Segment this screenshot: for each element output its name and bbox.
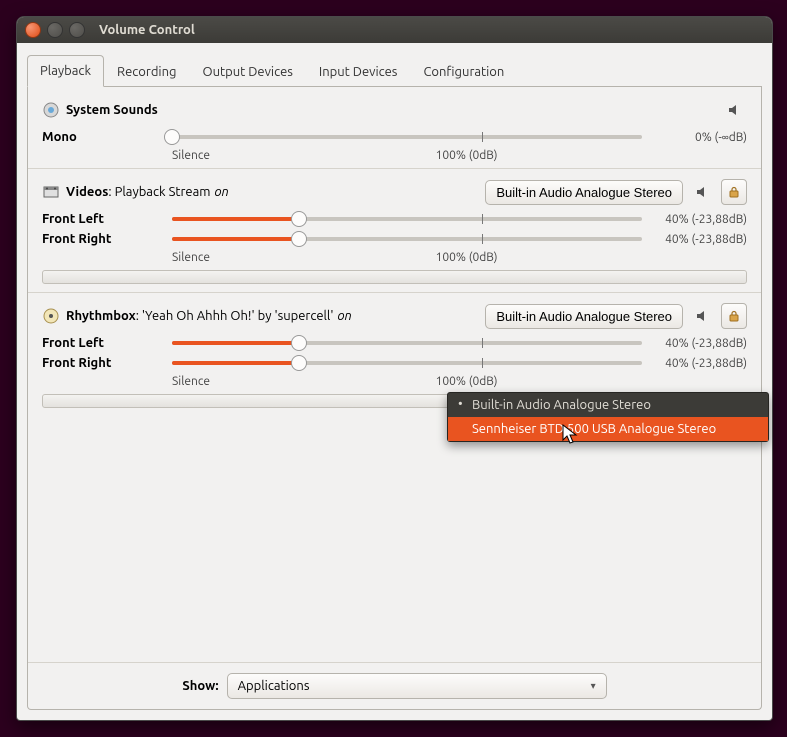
videos-app-icon [42, 183, 60, 201]
mute-button[interactable] [721, 97, 747, 123]
window-title: Volume Control [99, 23, 195, 37]
scale-silence: Silence [172, 375, 210, 388]
scale-100db: 100% (0dB) [436, 375, 498, 388]
bottom-bar: Show: Applications ▾ [28, 662, 761, 709]
tab-configuration[interactable]: Configuration [410, 56, 517, 87]
scale-100db: 100% (0dB) [436, 149, 498, 162]
show-label: Show: [182, 679, 218, 693]
tab-bar: Playback Recording Output Devices Input … [27, 53, 762, 87]
device-select-popup[interactable]: Built-in Audio Analogue Stereo Sennheise… [447, 392, 769, 442]
volume-slider-fr[interactable] [172, 355, 642, 371]
volume-slider-fr[interactable] [172, 231, 642, 247]
channel-front-left: Front Left 40% (-23,88dB) [42, 335, 747, 351]
tab-playback[interactable]: Playback [27, 55, 104, 87]
stream-title: : Playback Stream [108, 185, 210, 199]
content-area: Playback Recording Output Devices Input … [17, 43, 772, 720]
show-filter-combo[interactable]: Applications ▾ [227, 673, 607, 699]
channel-mono: Mono 0% (-∞dB) [42, 129, 747, 145]
channel-label: Front Right [42, 356, 162, 370]
device-select-rhythmbox[interactable]: Built-in Audio Analogue Stereo [485, 304, 683, 329]
on-label: on [215, 185, 229, 199]
window: Volume Control Playback Recording Output… [16, 16, 773, 721]
mute-button[interactable] [689, 179, 715, 205]
on-label: on [337, 309, 351, 323]
lock-channels-button[interactable] [721, 303, 747, 329]
rhythmbox-app-icon [42, 307, 60, 325]
lock-channels-button[interactable] [721, 179, 747, 205]
channel-front-right: Front Right 40% (-23,88dB) [42, 231, 747, 247]
mute-button[interactable] [689, 303, 715, 329]
stream-title: : 'Yeah Oh Ahhh Oh!' by 'supercell' [136, 309, 334, 323]
volume-slider-fl[interactable] [172, 335, 642, 351]
titlebar: Volume Control [17, 17, 772, 43]
window-maximize-button[interactable] [69, 22, 85, 38]
volume-readout: 40% (-23,88dB) [652, 357, 747, 370]
vu-meter [42, 270, 747, 284]
scale-row: Silence 100% (0dB) [172, 375, 642, 388]
show-filter-value: Applications [238, 679, 310, 693]
popup-option-builtin[interactable]: Built-in Audio Analogue Stereo [448, 393, 768, 417]
channel-front-right: Front Right 40% (-23,88dB) [42, 355, 747, 371]
volume-readout: 40% (-23,88dB) [652, 213, 747, 226]
system-sounds-icon [42, 101, 60, 119]
stream-name: Videos [66, 185, 108, 199]
scale-silence: Silence [172, 149, 210, 162]
scale-row: Silence 100% (0dB) [172, 149, 642, 162]
scale-silence: Silence [172, 251, 210, 264]
volume-readout: 40% (-23,88dB) [652, 233, 747, 246]
channel-label: Front Left [42, 336, 162, 350]
volume-readout: 40% (-23,88dB) [652, 337, 747, 350]
tab-input-devices[interactable]: Input Devices [306, 56, 411, 87]
stream-system-sounds: System Sounds Mono [28, 87, 761, 169]
volume-slider-mono[interactable] [172, 129, 642, 145]
stream-videos: Videos : Playback Stream on Built-in Aud… [28, 169, 761, 293]
tab-recording[interactable]: Recording [104, 56, 189, 87]
channel-label: Mono [42, 130, 162, 144]
channel-label: Front Left [42, 212, 162, 226]
scale-100db: 100% (0dB) [436, 251, 498, 264]
window-minimize-button[interactable] [47, 22, 63, 38]
scale-row: Silence 100% (0dB) [172, 251, 642, 264]
tab-output-devices[interactable]: Output Devices [189, 56, 305, 87]
device-select-videos[interactable]: Built-in Audio Analogue Stereo [485, 180, 683, 205]
stream-list: System Sounds Mono [28, 87, 761, 662]
popup-option-sennheiser[interactable]: Sennheiser BTD 500 USB Analogue Stereo [448, 417, 768, 441]
volume-readout: 0% (-∞dB) [652, 131, 747, 144]
volume-slider-fl[interactable] [172, 211, 642, 227]
stream-name: System Sounds [66, 103, 158, 117]
stream-name: Rhythmbox [66, 309, 136, 323]
channel-label: Front Right [42, 232, 162, 246]
window-close-button[interactable] [25, 22, 41, 38]
channel-front-left: Front Left 40% (-23,88dB) [42, 211, 747, 227]
chevron-down-icon: ▾ [591, 680, 596, 692]
